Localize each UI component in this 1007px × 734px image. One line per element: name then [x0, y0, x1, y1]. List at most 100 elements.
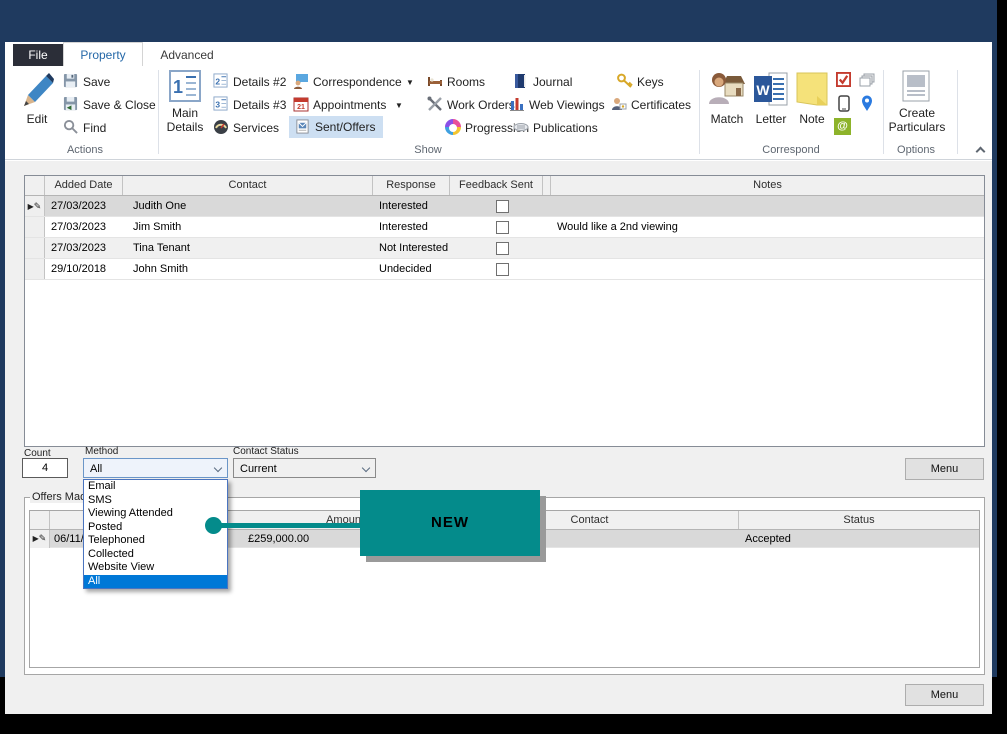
contact-status-combobox[interactable]: Current [233, 458, 376, 478]
save-button[interactable]: Save [63, 72, 153, 92]
group-separator [883, 70, 884, 154]
cell-contact: Tina Tenant [133, 238, 190, 259]
keys-button[interactable]: Keys [617, 72, 677, 92]
work-orders-button[interactable]: Work Orders [427, 95, 519, 115]
create-particulars-button[interactable]: Create Particulars [887, 70, 947, 144]
bar-chart-icon [509, 96, 525, 112]
certificate-person-icon [611, 96, 627, 112]
copy-pages-button[interactable] [859, 73, 875, 88]
letter-button[interactable]: W Letter [751, 70, 791, 140]
feedback-sent-checkbox[interactable] [496, 200, 509, 213]
collapse-ribbon-button[interactable] [977, 142, 984, 160]
annotation-new-callout: NEW [360, 490, 540, 556]
feedback-sent-checkbox[interactable] [496, 242, 509, 255]
rooms-button[interactable]: Rooms [427, 72, 497, 92]
book-icon [513, 73, 527, 89]
tools-icon [427, 96, 443, 112]
svg-text:3: 3 [215, 99, 220, 109]
publications-button[interactable]: Publications [513, 118, 613, 138]
cell-added-date: 27/03/2023 [51, 238, 106, 259]
viewings-row-1[interactable]: ▶✎ 27/03/2023 Judith One Interested [25, 196, 984, 217]
method-dropdown-list[interactable]: Email SMS Viewing Attended Posted Teleph… [83, 479, 228, 589]
note-button[interactable]: Note [793, 70, 831, 140]
edit-button[interactable]: Edit [15, 70, 59, 140]
cell-added-date: 27/03/2023 [51, 217, 106, 238]
details-2-button[interactable]: 2 Details #2 [213, 72, 291, 92]
viewings-row-2[interactable]: 27/03/2023 Jim Smith Interested Would li… [25, 217, 984, 238]
header-row-selector [30, 511, 50, 529]
dropdown-option-telephoned[interactable]: Telephoned [84, 534, 227, 548]
group-separator [158, 70, 159, 154]
method-label: Method [85, 446, 118, 457]
cell-contact: John Smith [133, 259, 188, 280]
annotation-line [213, 523, 361, 528]
mobile-phone-button[interactable] [838, 95, 850, 112]
gauge-icon [213, 119, 229, 135]
person-house-icon [707, 70, 747, 108]
row-edit-marker: ▶✎ [25, 196, 45, 216]
count-field[interactable]: 4 [22, 458, 68, 478]
journal-button[interactable]: Journal [513, 72, 583, 92]
dropdown-option-email[interactable]: Email [84, 480, 227, 494]
progression-icon [445, 119, 461, 135]
row-edit-marker: ▶✎ [30, 530, 50, 548]
main-details-button[interactable]: 1 Main Details [161, 70, 209, 144]
sticky-note-icon [796, 72, 828, 106]
match-button[interactable]: Match [705, 70, 749, 140]
dropdown-option-collected[interactable]: Collected [84, 548, 227, 562]
key-icon [617, 73, 633, 89]
column-header-status[interactable]: Status [739, 511, 979, 529]
dropdown-option-viewing-attended[interactable]: Viewing Attended [84, 507, 227, 521]
map-pin-button[interactable] [861, 95, 873, 112]
group-label-correspond: Correspond [741, 144, 841, 157]
certificates-button[interactable]: Certificates [611, 95, 701, 115]
appointments-button[interactable]: 21 Appointments ▼ [293, 95, 423, 115]
web-viewings-button[interactable]: Web Viewings [509, 95, 609, 115]
pages-icon [859, 73, 875, 88]
cell-amount: £259,000.00 [248, 530, 309, 548]
tab-file[interactable]: File [13, 44, 63, 66]
email-at-button[interactable]: @ [834, 118, 851, 135]
column-header-contact[interactable]: Contact [123, 176, 373, 195]
group-separator [957, 70, 958, 154]
dropdown-option-all-selected[interactable]: All [84, 575, 227, 589]
calendar-icon: 21 [293, 96, 309, 112]
tab-advanced[interactable]: Advanced [143, 44, 231, 66]
offers-menu-button[interactable]: Menu [905, 684, 984, 706]
tab-property[interactable]: Property [63, 42, 143, 66]
viewings-grid-header: Added Date Contact Response Feedback Sen… [25, 176, 984, 196]
sent-offers-button[interactable]: Sent/Offers [289, 116, 383, 138]
correspondence-dropdown-arrow: ▼ [406, 78, 414, 87]
viewings-row-4[interactable]: 29/10/2018 John Smith Undecided [25, 259, 984, 280]
dropdown-option-sms[interactable]: SMS [84, 494, 227, 508]
column-header-notes[interactable]: Notes [551, 176, 984, 195]
cell-response: Interested [379, 217, 428, 238]
chat-person-icon [293, 73, 309, 89]
svg-text:1: 1 [173, 77, 183, 97]
word-letter-icon: W [753, 72, 789, 108]
save-icon [63, 73, 78, 88]
column-header-feedback-sent[interactable]: Feedback Sent [450, 176, 543, 195]
sms-tick-button[interactable] [836, 72, 851, 87]
column-header-response[interactable]: Response [373, 176, 450, 195]
cell-added-date: 27/03/2023 [51, 196, 106, 217]
dropdown-option-website-view[interactable]: Website View [84, 561, 227, 575]
viewings-menu-button[interactable]: Menu [905, 458, 984, 480]
details-3-button[interactable]: 3 Details #3 [213, 95, 291, 115]
column-header-added-date[interactable]: Added Date [45, 176, 123, 195]
feedback-sent-checkbox[interactable] [496, 263, 509, 276]
find-button[interactable]: Find [63, 118, 153, 138]
sent-offers-icon [295, 119, 310, 134]
save-and-close-button[interactable]: Save & Close [63, 95, 163, 115]
group-label-actions: Actions [35, 144, 135, 157]
pencil-icon [20, 70, 54, 108]
appointments-dropdown-arrow: ▼ [395, 101, 403, 110]
chevron-up-icon [976, 147, 986, 157]
bed-icon [427, 73, 443, 89]
services-button[interactable]: Services [213, 118, 291, 138]
viewings-row-3[interactable]: 27/03/2023 Tina Tenant Not Interested [25, 238, 984, 259]
feedback-sent-checkbox[interactable] [496, 221, 509, 234]
correspondence-button[interactable]: Correspondence ▼ [293, 72, 423, 92]
method-combobox[interactable]: All [83, 458, 228, 478]
svg-text:2: 2 [215, 76, 220, 86]
